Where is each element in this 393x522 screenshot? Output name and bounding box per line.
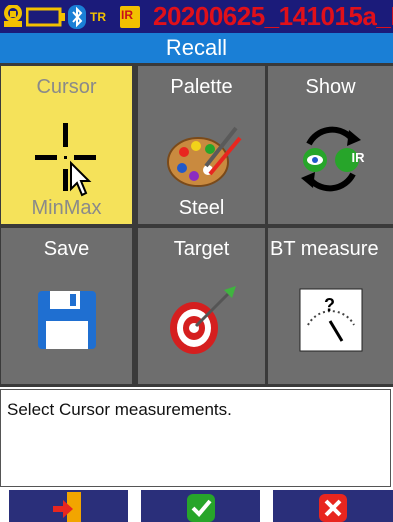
show-ir-label: IR [351,150,365,165]
status-icons: TR IR [2,3,140,30]
tile-show[interactable]: Show IR [268,66,393,224]
tile-palette[interactable]: Palette Steel [138,66,265,224]
filename: 20200625_141015a_IR.png [153,1,393,31]
thermometer-icon [4,4,22,27]
tile-save[interactable]: Save [1,228,132,384]
tile-sublabel: Steel [178,197,225,219]
status-bar: TR IR 20200625_141015a_IR.png [0,0,393,33]
bottom-bar [0,490,393,522]
palette-icon [138,108,265,208]
target-icon [138,270,265,370]
check-icon [186,494,215,522]
ir-image-icon: IR [120,5,140,28]
tile-label: Target [173,238,230,260]
tr-label: TR [90,9,106,24]
tile-label: Show [305,76,356,98]
cursor-crosshair-icon [1,108,132,208]
tile-cursor[interactable]: Cursor MinMax [1,66,132,224]
tile-label: Palette [170,76,233,98]
confirm-button[interactable] [141,490,260,522]
tile-label: BT measure [270,238,379,260]
bt-meter-icon: ? [268,270,393,370]
ir-image-label: IR [121,7,133,22]
help-message: Select Cursor measurements. [0,389,391,487]
bluetooth-icon [68,4,86,29]
tile-target[interactable]: Target [138,228,265,384]
page-title: Recall [0,33,393,63]
exit-icon [52,492,81,522]
battery-icon [26,7,65,26]
bt-meter-mark: ? [324,295,335,315]
tile-bt-measure[interactable]: BT measure ? [268,228,393,384]
tile-label: Save [43,238,90,260]
menu-grid: Cursor MinMax Palette Steel Show IR Save… [0,63,393,387]
exit-button[interactable] [9,490,128,522]
tile-sublabel: MinMax [31,197,102,219]
tile-label: Cursor [36,76,97,98]
cancel-button[interactable] [273,490,393,522]
floppy-disk-icon [1,270,132,370]
cancel-icon [319,494,347,522]
show-ir-icon: IR [268,108,393,208]
